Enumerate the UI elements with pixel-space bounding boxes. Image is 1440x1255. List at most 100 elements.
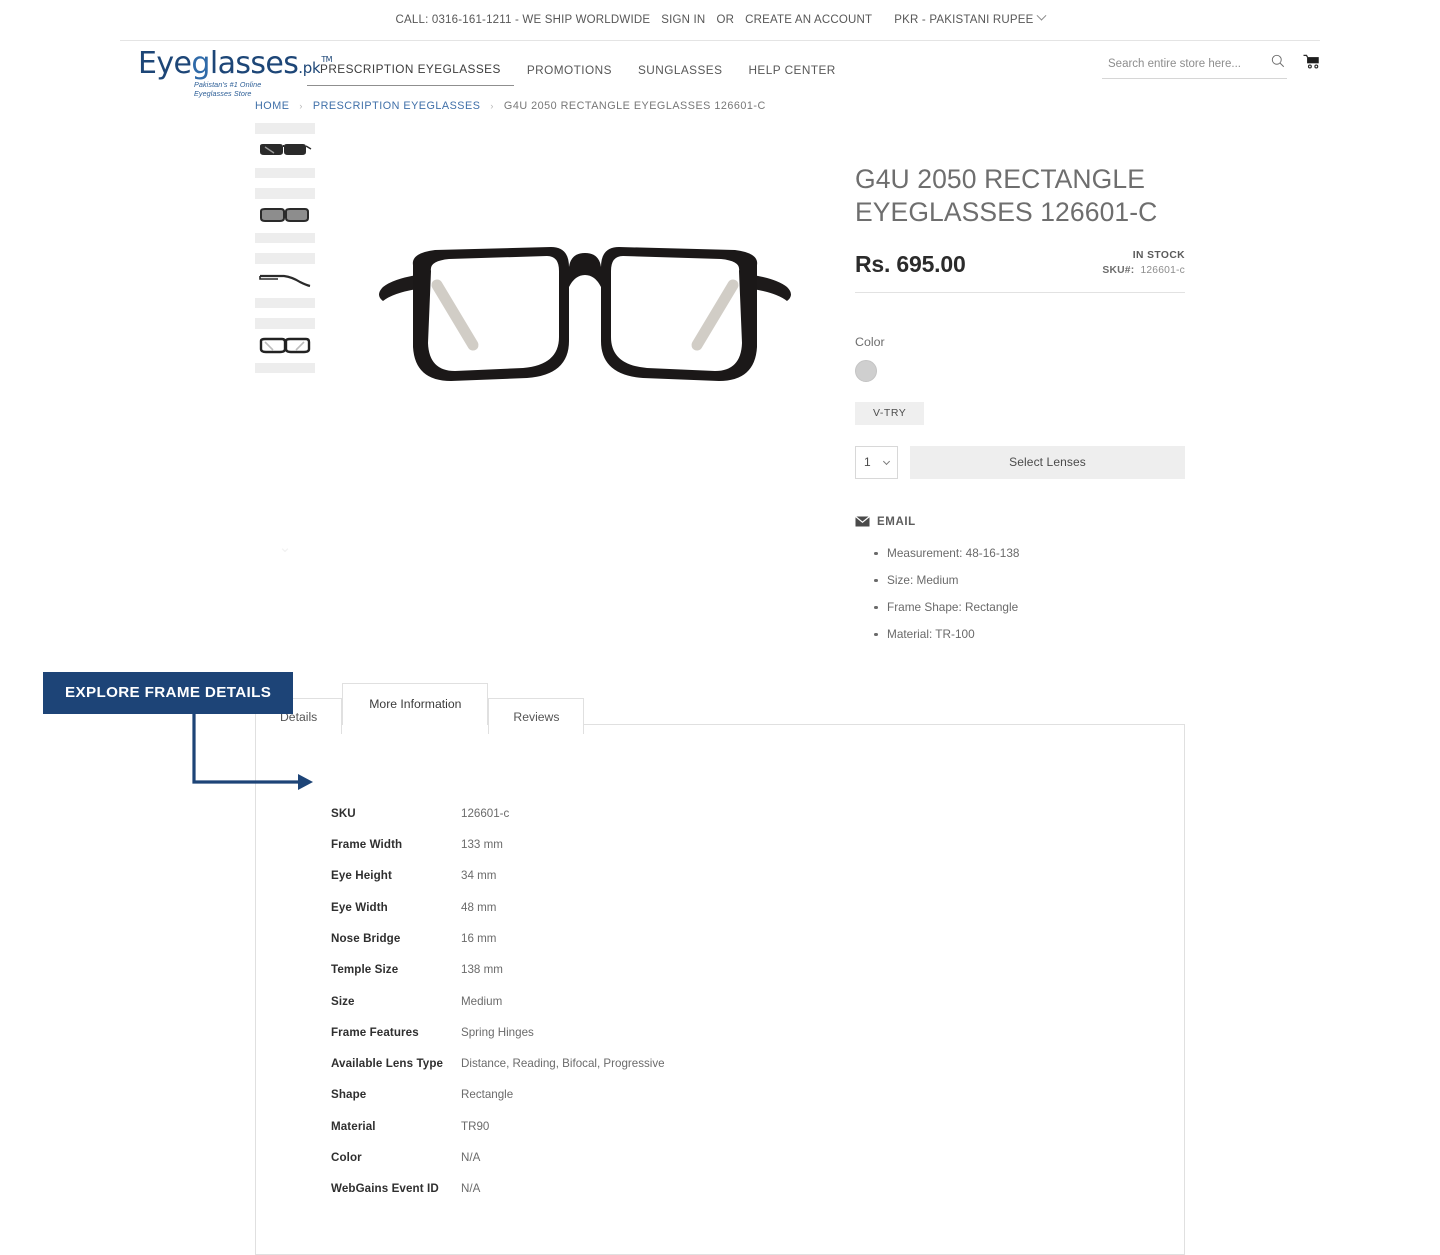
tab-list: Details More Information Reviews: [255, 682, 1185, 734]
utility-bar: CALL: 0316-161-1211 - WE SHIP WORLDWIDE …: [120, 0, 1320, 41]
list-item: Size: Medium: [874, 573, 1185, 587]
thumbnail-image-side-temple: [255, 263, 315, 298]
thumbnail-image-front-main: [255, 328, 315, 363]
spec-label: WebGains Event ID: [331, 1182, 439, 1196]
spec-label: Temple Size: [331, 963, 399, 977]
product-main-image[interactable]: [315, 123, 855, 654]
quantity-select[interactable]: 1: [855, 445, 898, 479]
table-row: Shape Rectangle: [331, 1088, 665, 1119]
spec-value: 16 mm: [461, 931, 497, 945]
spec-label: Frame Features: [331, 1025, 419, 1039]
glasses-front-angled-icon: [260, 143, 312, 155]
email-share-link[interactable]: EMAIL: [855, 516, 1185, 528]
search-icon[interactable]: [1271, 54, 1285, 68]
breadcrumb-separator: ›: [299, 101, 303, 111]
table-row: Available Lens Type Distance, Reading, B…: [331, 1057, 665, 1088]
spec-label: SKU: [331, 806, 356, 820]
spec-label: Available Lens Type: [331, 1057, 444, 1071]
table-row: WebGains Event ID N/A: [331, 1182, 665, 1213]
table-row: Temple Size 138 mm: [331, 963, 665, 994]
more-information-table: SKU 126601-c Frame Width 133 mm Eye Heig…: [331, 807, 665, 1214]
gallery-scroll-down-icon[interactable]: ⌄: [255, 538, 315, 556]
thumbnail-4[interactable]: [255, 318, 315, 373]
quantity-stepper[interactable]: 1: [855, 445, 898, 479]
table-row: Frame Features Spring Hinges: [331, 1026, 665, 1057]
logo-eye: Eye: [138, 46, 192, 81]
spec-value: TR90: [461, 1119, 490, 1133]
spec-value: 138 mm: [461, 963, 503, 977]
spec-label: Material: [331, 1119, 376, 1133]
spec-value: N/A: [461, 1151, 481, 1165]
table-row: Eye Height 34 mm: [331, 869, 665, 900]
product-info: G4U 2050 RECTANGLE EYEGLASSES 126601-C R…: [855, 123, 1185, 654]
phone-text: CALL: 0316-161-1211 - WE SHIP WORLDWIDE: [395, 14, 651, 26]
product-view: ⌄ G4U 2050 RECTANGLE EYEGLASSES 126601-C: [120, 112, 1320, 654]
logo-tm: TM: [321, 55, 332, 64]
glasses-temple-side-icon: [259, 274, 311, 287]
select-lenses-button[interactable]: Select Lenses: [910, 445, 1185, 479]
spec-label: Eye Height: [331, 869, 392, 883]
logo-g: g: [191, 46, 210, 81]
shopping-cart-icon[interactable]: [1303, 54, 1320, 70]
table-row: Size Medium: [331, 995, 665, 1026]
main-navigation: PRESCRIPTION EYEGLASSES PROMOTIONS SUNGL…: [307, 41, 849, 86]
spec-value: 34 mm: [461, 869, 497, 883]
nav-item-sunglasses[interactable]: SUNGLASSES: [625, 57, 736, 86]
color-swatch-option[interactable]: [855, 359, 877, 382]
tab-details[interactable]: Details: [255, 697, 343, 734]
tab-reviews[interactable]: Reviews: [488, 697, 585, 734]
thumbnail-1[interactable]: [255, 123, 315, 178]
envelope-icon: [855, 516, 870, 527]
thumbnail-image-front-angled: [255, 133, 315, 168]
product-tabs-section: Details More Information Reviews SKU 126…: [120, 682, 1320, 1255]
list-item: Measurement: 48-16-138: [874, 546, 1185, 560]
sku-line: SKU#: 126601-c: [1102, 265, 1185, 276]
sign-in-link[interactable]: SIGN IN: [661, 14, 705, 26]
sku-label: SKU#:: [1102, 264, 1135, 276]
thumbnail-image-front-lenses: [255, 198, 315, 233]
nav-item-prescription-eyeglasses[interactable]: PRESCRIPTION EYEGLASSES: [307, 56, 514, 86]
nav-item-help-center[interactable]: HELP CENTER: [735, 57, 848, 86]
status-badge: IN STOCK: [1132, 249, 1185, 261]
list-item: Material: TR-100: [874, 627, 1185, 641]
chevron-down-icon: [1036, 10, 1046, 21]
currency-label: PKR - PAKISTANI RUPEE: [894, 14, 1034, 26]
thumbnail-2[interactable]: [255, 188, 315, 243]
create-account-link[interactable]: CREATE AN ACCOUNT: [745, 14, 872, 26]
tab-more-information[interactable]: More Information: [342, 682, 489, 725]
spec-value: 126601-c: [461, 806, 510, 820]
logo-pk: .pk: [298, 59, 321, 77]
spec-label: Eye Width: [331, 900, 388, 914]
breadcrumb: HOME › PRESCRIPTION EYEGLASSES › G4U 205…: [120, 97, 1320, 112]
logo-tagline: Pakistan's #1 Online Eyeglasses Store: [194, 80, 262, 98]
currency-switcher[interactable]: PKR - PAKISTANI RUPEE: [894, 10, 1046, 26]
spec-label: Size: [331, 994, 355, 1008]
breadcrumb-category[interactable]: PRESCRIPTION EYEGLASSES: [313, 100, 481, 112]
product-feature-list: Measurement: 48-16-138 Size: Medium Fram…: [855, 546, 1185, 641]
header-actions: [1102, 54, 1320, 79]
price-row: Rs. 695.00 IN STOCK SKU#: 126601-c: [855, 250, 1185, 293]
virtual-try-on-button[interactable]: V-TRY: [855, 401, 925, 425]
table-row: Material TR90: [331, 1120, 665, 1151]
thumbnail-gallery: ⌄: [255, 123, 315, 654]
spec-value: 133 mm: [461, 838, 503, 852]
search-box: [1102, 54, 1287, 79]
search-input[interactable]: [1102, 56, 1262, 72]
sku-value: 126601-c: [1140, 264, 1185, 276]
spec-value: N/A: [461, 1182, 481, 1196]
logo-lasses: lasses: [209, 46, 299, 81]
table-row: Nose Bridge 16 mm: [331, 932, 665, 963]
site-logo[interactable]: Eyeglasses.pkTM Pakistan's #1 Online Eye…: [120, 41, 333, 99]
nav-item-promotions[interactable]: PROMOTIONS: [514, 57, 625, 86]
spec-label: Shape: [331, 1088, 367, 1102]
tab-panel-more-information: SKU 126601-c Frame Width 133 mm Eye Heig…: [255, 723, 1185, 1255]
spec-label: Color: [331, 1151, 362, 1165]
product-price: Rs. 695.00: [855, 250, 966, 277]
spec-label: Nose Bridge: [331, 931, 401, 945]
thumbnail-3[interactable]: [255, 253, 315, 308]
breadcrumb-home[interactable]: HOME: [255, 100, 289, 112]
purchase-controls: 1 Select Lenses: [855, 445, 1185, 479]
breadcrumb-current: G4U 2050 RECTANGLE EYEGLASSES 126601-C: [503, 100, 766, 112]
color-option-label: Color: [855, 334, 885, 349]
site-header: Eyeglasses.pkTM Pakistan's #1 Online Eye…: [120, 41, 1320, 99]
